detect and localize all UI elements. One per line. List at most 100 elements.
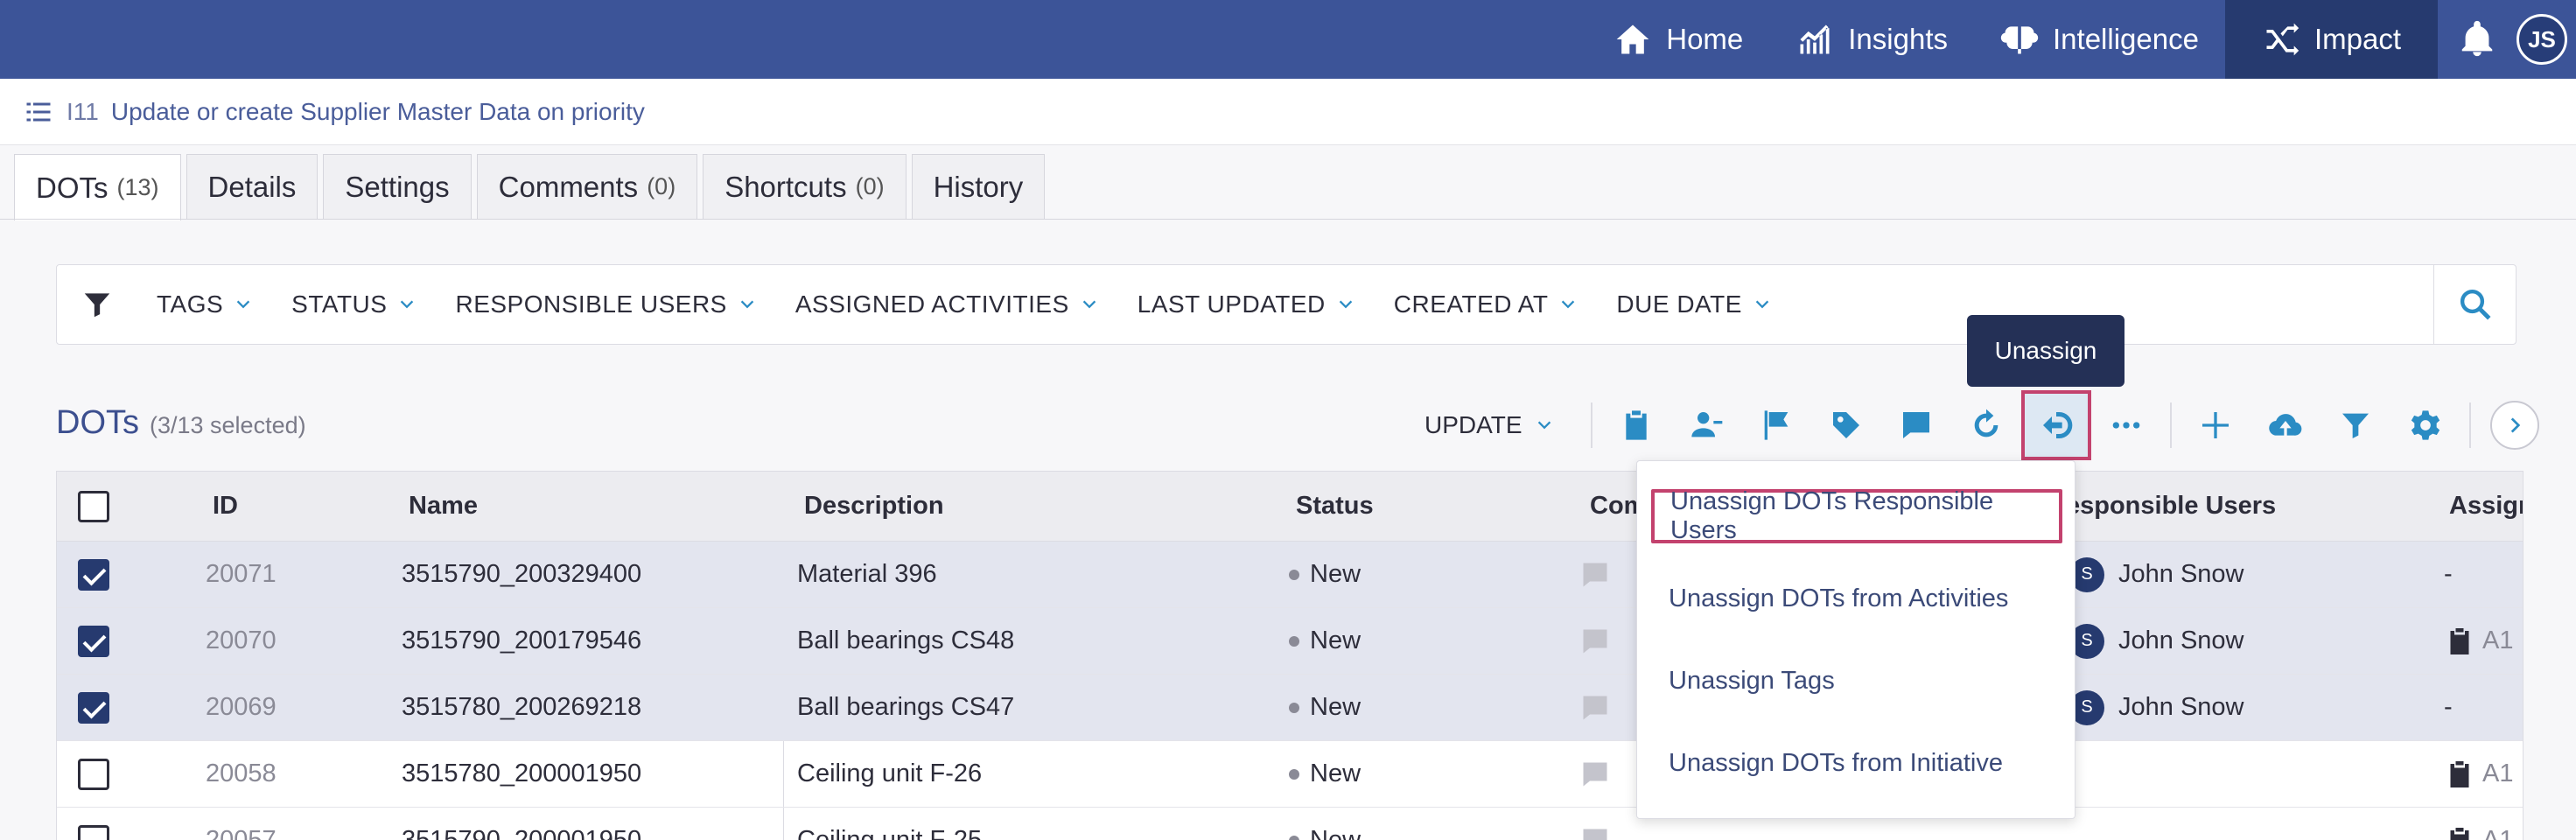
tab-shortcuts[interactable]: Shortcuts (0) (703, 154, 906, 219)
filter-due-date[interactable]: DUE DATE (1597, 290, 1791, 318)
row-id: 20071 (206, 560, 276, 588)
header-status[interactable]: Status (1296, 492, 1374, 521)
row-checkbox[interactable] (78, 558, 109, 591)
row-name[interactable]: 3515790_200329400 (402, 560, 641, 589)
tab-label: Comments (498, 170, 639, 203)
menu-item-unassign-activities[interactable]: Unassign DOTs from Activities (1637, 571, 2076, 626)
tab-label: DOTs (36, 171, 108, 204)
plus-icon (2202, 412, 2229, 438)
header-description[interactable]: Description (804, 492, 944, 521)
search-button[interactable] (2433, 265, 2516, 344)
row-comments[interactable] (1579, 559, 1611, 591)
nav-insights-label: Insights (1848, 23, 1948, 55)
status-label: New (1310, 826, 1362, 840)
select-all-checkbox[interactable] (78, 490, 109, 522)
chart-icon (1800, 24, 1830, 54)
notifications-button[interactable] (2438, 19, 2516, 60)
row-responsible: S John Snow (2069, 690, 2244, 725)
add-button[interactable] (2180, 390, 2250, 460)
assigned-label: A1 (2482, 760, 2514, 788)
row-comments[interactable] (1579, 759, 1611, 790)
filter-label: STATUS (291, 290, 388, 318)
filter-responsible-users[interactable]: RESPONSIBLE USERS (436, 290, 775, 318)
status-dot (1289, 702, 1299, 713)
initiative-title: Update or create Supplier Master Data on… (110, 97, 645, 125)
table-header: ID Name Description Status Com esponsibl… (57, 472, 2523, 542)
header-id[interactable]: ID (213, 492, 238, 521)
refresh-button[interactable] (1951, 390, 2021, 460)
user-name: John Snow (2118, 693, 2244, 721)
row-checkbox[interactable] (78, 691, 109, 724)
tab-count: (0) (647, 173, 676, 200)
filter-bar: TAGS STATUS RESPONSIBLE USERS ASSIGNED A… (56, 264, 2516, 345)
table-row[interactable]: 20069 3515780_200269218 Ball bearings CS… (57, 675, 2523, 741)
nav-insights[interactable]: Insights (1769, 0, 1974, 79)
tag-button[interactable] (1811, 390, 1881, 460)
header-assigned[interactable]: Assign (2449, 492, 2523, 521)
assign-users-button[interactable] (1671, 390, 1741, 460)
row-name[interactable]: 3515790_200001950 (402, 826, 641, 840)
menu-item-unassign-tags[interactable]: Unassign Tags (1637, 654, 2076, 708)
list-icon[interactable] (23, 96, 54, 128)
filter-tags[interactable]: TAGS (137, 290, 272, 318)
table-row[interactable]: 20070 3515790_200179546 Ball bearings CS… (57, 608, 2523, 675)
nav-home[interactable]: Home (1587, 0, 1769, 79)
filter-label: ASSIGNED ACTIVITIES (794, 290, 1069, 318)
row-comments[interactable] (1579, 626, 1611, 657)
status-dot (1289, 835, 1299, 840)
nav-impact[interactable]: Impact (2224, 0, 2438, 79)
update-dropdown[interactable]: UPDATE (1418, 390, 1582, 460)
menu-item-unassign-initiative[interactable]: Unassign DOTs from Initiative (1637, 736, 2076, 790)
shuffle-icon (2266, 23, 2300, 56)
user-avatar[interactable]: JS (2516, 14, 2567, 65)
filter-assigned-activities[interactable]: ASSIGNED ACTIVITIES (776, 290, 1118, 318)
header-name[interactable]: Name (409, 492, 478, 521)
row-name[interactable]: 3515780_200269218 (402, 693, 641, 722)
more-button[interactable] (2091, 390, 2161, 460)
gear-icon (2411, 410, 2440, 440)
nav-intelligence[interactable]: Intelligence (1974, 0, 2225, 79)
table-row[interactable]: 20058 3515780_200001950 Ceiling unit F-2… (57, 741, 2523, 808)
table-row[interactable]: 20071 3515790_200329400 Material 396 New… (57, 542, 2523, 608)
row-assigned: - (2444, 560, 2453, 588)
settings-button[interactable] (2390, 390, 2460, 460)
filter-button[interactable] (2320, 390, 2390, 460)
table-row[interactable]: 20057 3515790_200001950 Ceiling unit F-2… (57, 808, 2523, 840)
row-checkbox[interactable] (78, 625, 109, 657)
clipboard-button[interactable] (1601, 390, 1671, 460)
funnel-icon (2342, 413, 2369, 438)
filter-status[interactable]: STATUS (272, 290, 436, 318)
chevron-down-icon (236, 300, 250, 309)
select-all-checkbox-cell[interactable] (78, 490, 109, 522)
filter-last-updated[interactable]: LAST UPDATED (1118, 290, 1375, 318)
comment-button[interactable] (1881, 390, 1951, 460)
tab-dots[interactable]: DOTs (13) (14, 154, 181, 220)
flag-button[interactable] (1741, 390, 1811, 460)
brain-icon (2000, 26, 2039, 54)
header-responsible-users[interactable]: esponsible Users (2066, 492, 2276, 521)
row-status: New (1289, 626, 1361, 655)
tab-details[interactable]: Details (186, 154, 318, 219)
row-name[interactable]: 3515790_200179546 (402, 626, 641, 655)
tab-comments[interactable]: Comments (0) (476, 154, 698, 219)
row-description: Ceiling unit F-26 (797, 760, 983, 788)
row-checkbox[interactable] (78, 824, 109, 840)
filter-created-at[interactable]: CREATED AT (1375, 290, 1598, 318)
row-checkbox[interactable] (78, 758, 109, 790)
cloud-upload-icon (2268, 414, 2301, 436)
status-label: New (1310, 760, 1362, 788)
row-comments[interactable] (1579, 825, 1611, 840)
row-comments[interactable] (1579, 692, 1611, 724)
unassign-icon (2042, 412, 2072, 438)
row-name[interactable]: 3515780_200001950 (402, 760, 641, 788)
scroll-right-button[interactable] (2489, 401, 2539, 450)
tab-settings[interactable]: Settings (323, 154, 472, 219)
menu-item-unassign-responsible-users[interactable]: Unassign DOTs Responsible Users (1651, 487, 2062, 544)
tab-label: History (933, 170, 1024, 203)
clipboard-icon (2450, 760, 2469, 788)
upload-button[interactable] (2250, 390, 2320, 460)
filter-funnel[interactable] (57, 288, 137, 321)
chevron-down-icon (1562, 300, 1575, 309)
tab-history[interactable]: History (911, 154, 1046, 219)
unassign-button[interactable] (2020, 390, 2091, 460)
